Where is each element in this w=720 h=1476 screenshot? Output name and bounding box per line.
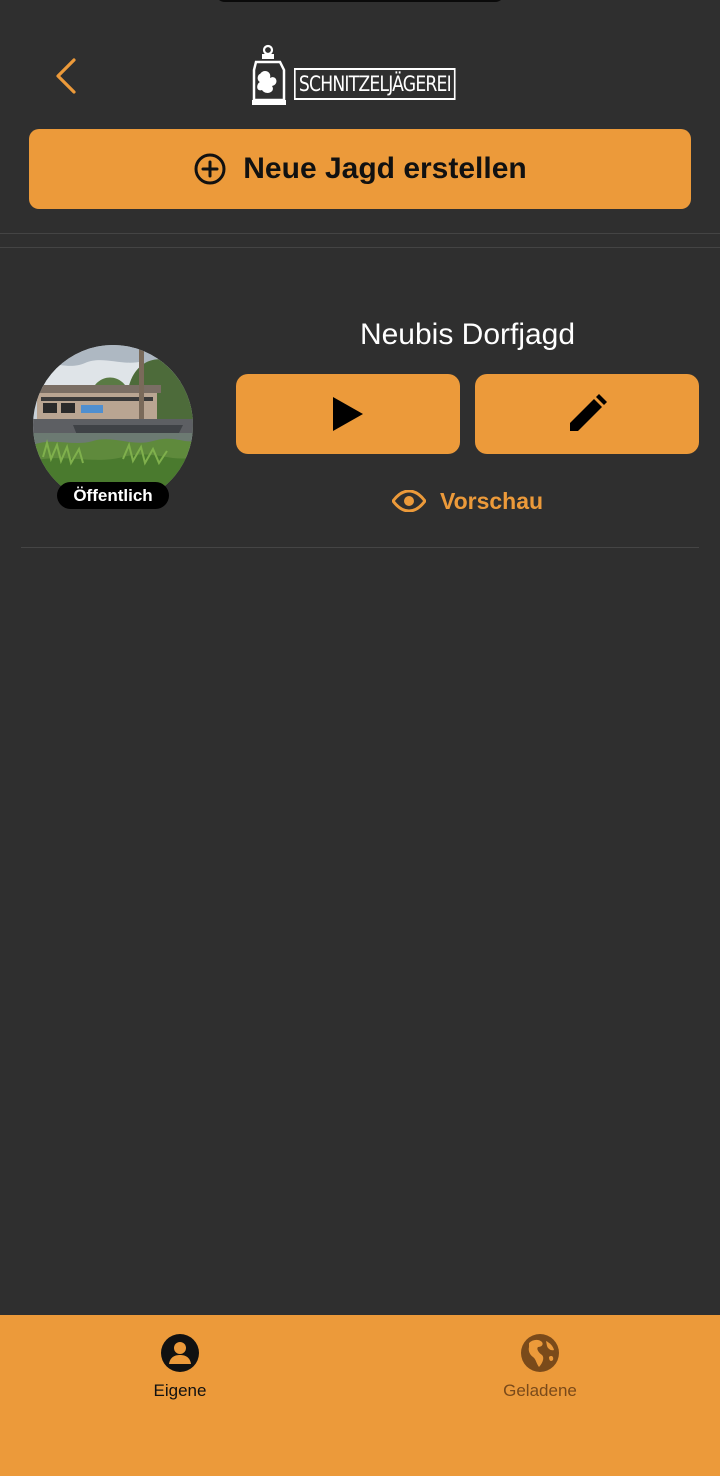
plus-circle-icon — [194, 153, 226, 185]
person-icon — [160, 1333, 200, 1373]
preview-label: Vorschau — [439, 487, 544, 514]
section-divider — [0, 233, 720, 248]
hunt-list-item: Öffentlich Neubis Dorfjagd Vorschau — [21, 290, 699, 548]
tab-own-label: Eigene — [153, 1381, 207, 1400]
play-icon — [333, 397, 363, 431]
new-hunt-label: Neue Jagd erstellen — [243, 152, 527, 185]
bottom-tab-bar: Eigene Geladene — [0, 1315, 720, 1476]
tab-loaded[interactable]: Geladene — [360, 1315, 720, 1425]
new-hunt-button[interactable]: Neue Jagd erstellen — [29, 129, 691, 209]
preview-link[interactable]: Vorschau — [236, 483, 699, 519]
eye-icon — [391, 490, 426, 512]
hunt-title: Neubis Dorfjagd — [359, 318, 576, 351]
top-bar: SCHNITZELJÄGEREI — [0, 0, 720, 120]
edit-button[interactable] — [475, 374, 699, 454]
logo-wordmark: SCHNITZELJÄGEREI — [294, 68, 456, 100]
chevron-left-icon — [56, 58, 76, 94]
tab-loaded-label: Geladene — [503, 1381, 577, 1400]
play-button[interactable] — [236, 374, 460, 454]
visibility-badge: Öffentlich — [57, 482, 169, 509]
globe-icon — [520, 1333, 560, 1373]
back-button[interactable] — [46, 52, 86, 100]
lantern-icon — [250, 44, 290, 106]
hunt-thumbnail[interactable] — [33, 345, 193, 505]
app-logo: SCHNITZELJÄGEREI — [250, 44, 470, 106]
pencil-icon — [570, 394, 607, 431]
tab-own[interactable]: Eigene — [0, 1315, 360, 1425]
